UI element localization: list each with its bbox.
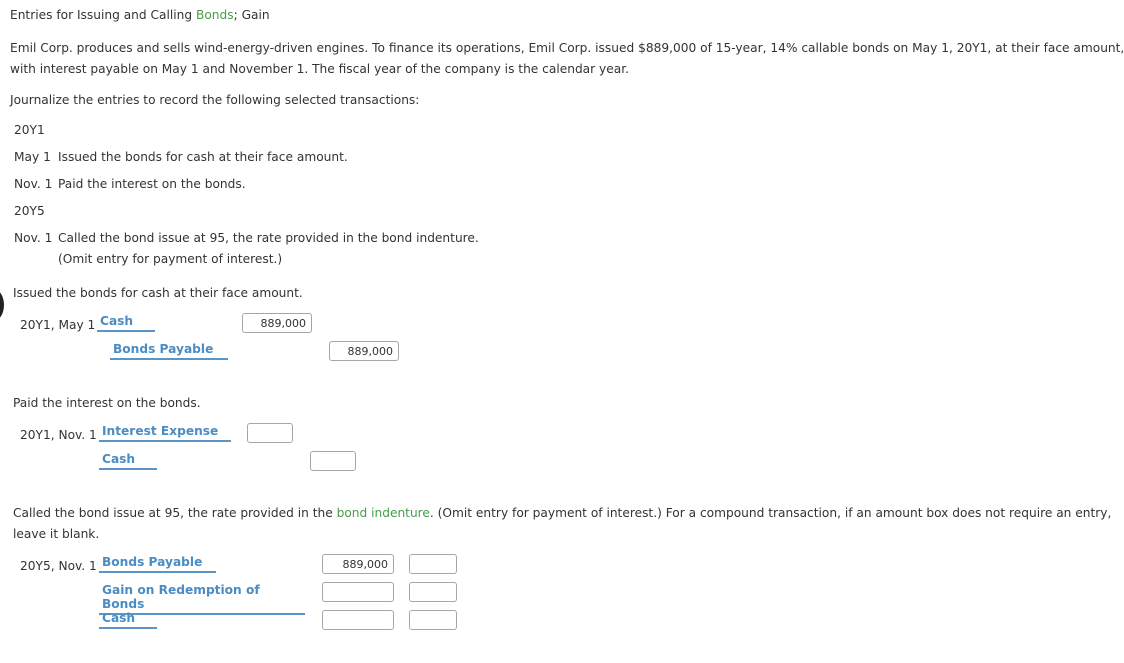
bonds-glossary-link[interactable]: Bonds — [196, 8, 234, 22]
entry1-debit-cash[interactable]: 889,000 — [242, 313, 312, 333]
transaction-text: Issued the bonds for cash at their face … — [58, 150, 348, 164]
transaction-date: Nov. 1 — [14, 231, 53, 245]
transaction-note: (Omit entry for payment of interest.) — [58, 252, 283, 266]
entry1-credit-bonds-payable[interactable]: 889,000 — [329, 341, 399, 361]
instruction-text: Journalize the entries to record the fol… — [10, 93, 420, 107]
entry3-debit-cash[interactable] — [322, 610, 394, 630]
entry1-account-cash[interactable]: Cash — [97, 314, 155, 332]
transaction-text: Called the bond issue at 95, the rate pr… — [58, 231, 479, 245]
intro-line-2: with interest payable on May 1 and Novem… — [10, 62, 629, 76]
entry2-heading: Paid the interest on the bonds. — [13, 396, 201, 410]
entry1-account-bonds-payable[interactable]: Bonds Payable — [110, 342, 228, 360]
entry2-account-interest-expense[interactable]: Interest Expense — [99, 424, 231, 442]
entry3-debit-bonds-payable[interactable]: 889,000 — [322, 554, 394, 574]
entry2-date: 20Y1, Nov. 1 — [20, 428, 97, 442]
year-label-20Y5: 20Y5 — [14, 204, 45, 218]
entry2-credit-cash[interactable] — [310, 451, 356, 471]
entry3-credit-cash[interactable] — [409, 610, 457, 630]
entry3-heading-text: Called the bond issue at 95, the rate pr… — [13, 506, 337, 520]
page-title: Entries for Issuing and Calling Bonds; G… — [10, 8, 270, 22]
transaction-date: Nov. 1 — [14, 177, 53, 191]
entry3-credit-bonds-payable[interactable] — [409, 554, 457, 574]
intro-line-1: Emil Corp. produces and sells wind-energ… — [10, 41, 1124, 55]
entry2-account-cash[interactable]: Cash — [99, 452, 157, 470]
bond-indenture-glossary-link[interactable]: bond indenture — [337, 506, 430, 520]
entry1-date: 20Y1, May 1 — [20, 318, 96, 332]
entry3-debit-gain-on-redemption[interactable] — [322, 582, 394, 602]
title-suffix: ; Gain — [233, 8, 270, 22]
entry3-heading-line2: leave it blank. — [13, 527, 100, 541]
title-text: Entries for Issuing and Calling — [10, 8, 196, 22]
entry3-date: 20Y5, Nov. 1 — [20, 559, 97, 573]
entry3-credit-gain-on-redemption[interactable] — [409, 582, 457, 602]
edge-marker — [0, 290, 4, 320]
entry3-account-cash[interactable]: Cash — [99, 611, 157, 629]
entry3-heading: Called the bond issue at 95, the rate pr… — [13, 506, 1111, 520]
year-label-20Y1: 20Y1 — [14, 123, 45, 137]
entry1-heading: Issued the bonds for cash at their face … — [13, 286, 303, 300]
entry3-heading-suffix: . (Omit entry for payment of interest.) … — [429, 506, 1112, 520]
transaction-date: May 1 — [14, 150, 51, 164]
entry2-debit-interest-expense[interactable] — [247, 423, 293, 443]
transaction-text: Paid the interest on the bonds. — [58, 177, 246, 191]
entry3-account-bonds-payable[interactable]: Bonds Payable — [99, 555, 216, 573]
